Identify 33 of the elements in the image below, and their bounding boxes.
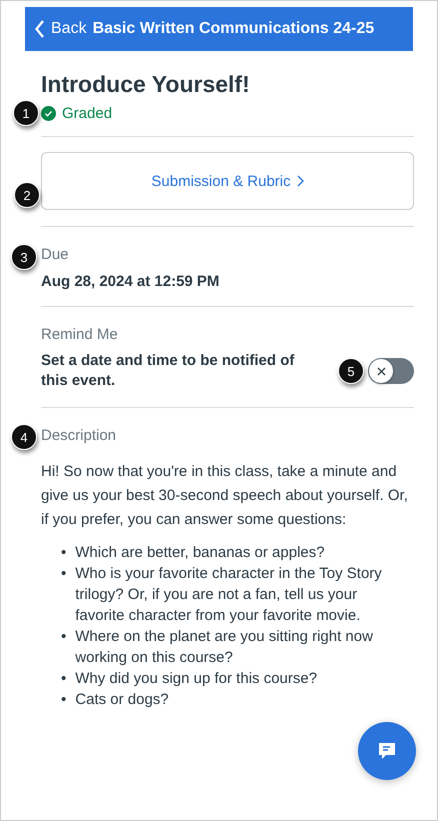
bullet-mark: •: [61, 543, 66, 563]
assignment-title: Introduce Yourself!: [41, 70, 251, 99]
chevron-left-icon: [35, 20, 45, 38]
question-item: Which are better, bananas or apples?: [75, 543, 325, 563]
question-item: Cats or dogs?: [75, 690, 169, 710]
due-date: Aug 28, 2024 at 12:59 PM: [41, 273, 220, 290]
submission-rubric-button[interactable]: Submission & Rubric: [41, 152, 414, 210]
callout-badge: 2: [14, 182, 40, 208]
course-title: Basic Written Communications 24-25: [92, 20, 374, 38]
question-item: Why did you sign up for this course?: [75, 669, 318, 689]
bullet-mark: •: [61, 690, 66, 710]
description-text: Hi! So now that you're in this class, take a minute and give us your best 30-second speech about yourself. Or, if you prefer, you can answer some questions:: [41, 462, 409, 530]
close-icon: [376, 366, 386, 376]
callout-badge: 3: [11, 244, 37, 270]
bullet-mark: •: [61, 669, 66, 689]
back-label: Back: [51, 20, 87, 38]
callout-badge: 1: [13, 100, 39, 126]
callout-badge: 4: [11, 424, 37, 450]
chevron-right-icon: [296, 175, 304, 187]
reminder-text: Set a date and time to be notified of this event.: [41, 351, 296, 391]
chat-button[interactable]: [358, 722, 416, 780]
description-label: Description: [41, 427, 118, 444]
bullet-mark: •: [61, 627, 66, 647]
status-label: Graded: [62, 105, 112, 122]
comment-icon: [377, 741, 397, 761]
bullet-mark: •: [61, 564, 66, 584]
reminder-toggle[interactable]: [368, 358, 414, 384]
back-button[interactable]: Back: [35, 20, 87, 38]
due-label: Due: [41, 246, 70, 263]
remind-label: Remind Me: [41, 326, 119, 343]
callout-badge: 5: [338, 358, 364, 384]
question-item: Where on the planet are you sitting right now working on this course?: [75, 627, 374, 668]
question-item: Who is your favorite character in the Toy Story trilogy? Or, if you are not a fan, tell us your favorite character from your favorite movie.: [75, 564, 383, 626]
